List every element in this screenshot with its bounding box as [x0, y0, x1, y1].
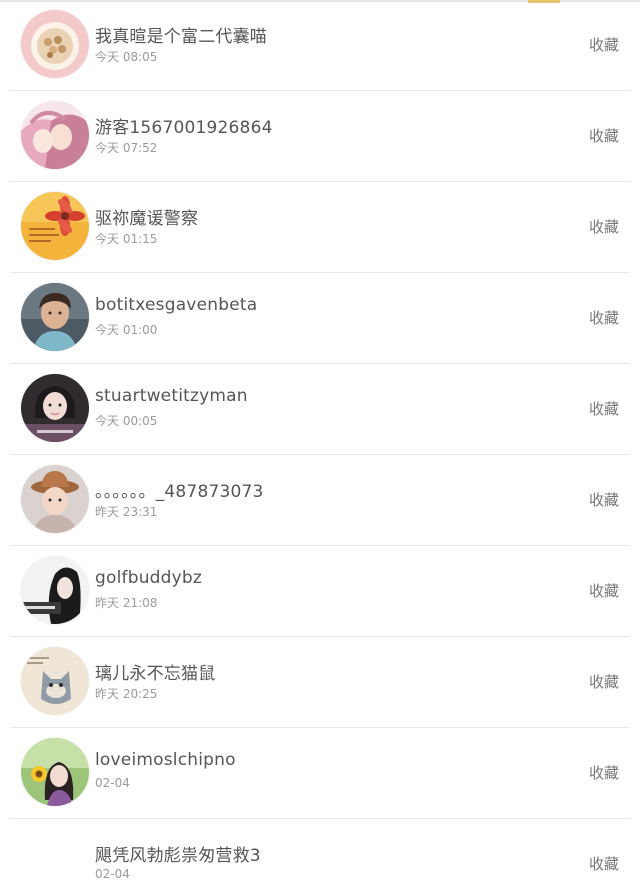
timestamp: 02-04: [95, 867, 130, 881]
user-name: golfbuddybz: [95, 568, 203, 588]
timestamp: 昨天 21:08: [95, 596, 158, 610]
timestamp: 今天 01:00: [95, 323, 158, 337]
user-name: 游客1567001926864: [95, 118, 273, 138]
avatar[interactable]: [21, 101, 89, 169]
collect-button[interactable]: 收藏: [589, 34, 619, 55]
girl-portrait-icon: [21, 374, 89, 442]
list-item[interactable]: botitxesgavenbeta 今天 01:00 收藏: [0, 273, 640, 364]
flower-icon: [21, 192, 89, 260]
collect-button[interactable]: 收藏: [589, 125, 619, 146]
user-name: 飓凭风勃彪祟匆营救3: [95, 846, 261, 866]
collect-button[interactable]: 收藏: [589, 307, 619, 328]
collect-button[interactable]: 收藏: [589, 580, 619, 601]
list-item[interactable]: 飓凭风勃彪祟匆营救3 02-04 收藏: [0, 819, 640, 882]
woman-silhouette-icon: [21, 556, 89, 624]
user-name: loveimoslchipno: [95, 750, 236, 770]
avatar[interactable]: [21, 374, 89, 442]
list-item[interactable]: 璃儿永不忘猫鼠 昨天 20:25 收藏: [0, 637, 640, 728]
food-bowl-icon: [21, 10, 89, 78]
collect-button[interactable]: 收藏: [589, 853, 619, 874]
avatar[interactable]: [21, 465, 89, 533]
user-name: 驱祢魔谖警察: [95, 209, 199, 229]
user-name: 。。。。。。_487873073: [95, 482, 264, 502]
girl-sunflower-icon: [21, 738, 89, 806]
collect-button[interactable]: 收藏: [589, 398, 619, 419]
timestamp: 昨天 23:31: [95, 505, 158, 519]
list-item[interactable]: 。。。。。。_487873073 昨天 23:31 收藏: [0, 455, 640, 546]
cartoon-cat-icon: [21, 647, 89, 715]
avatar[interactable]: [21, 647, 89, 715]
child-hat-icon: [21, 465, 89, 533]
anime-couple-icon: [21, 101, 89, 169]
user-name: 璃儿永不忘猫鼠: [95, 664, 216, 684]
avatar[interactable]: [21, 556, 89, 624]
timestamp: 今天 01:15: [95, 232, 158, 246]
timestamp: 02-04: [95, 776, 130, 790]
collect-button[interactable]: 收藏: [589, 671, 619, 692]
timestamp: 昨天 20:25: [95, 687, 158, 701]
list-item[interactable]: 驱祢魔谖警察 今天 01:15 收藏: [0, 182, 640, 273]
avatar[interactable]: [21, 10, 89, 78]
user-name: 我真暄是个富二代囊喵: [95, 27, 267, 47]
avatar[interactable]: [21, 192, 89, 260]
timestamp: 今天 00:05: [95, 414, 158, 428]
list-item[interactable]: loveimoslchipno 02-04 收藏: [0, 728, 640, 819]
list-item[interactable]: 我真暄是个富二代囊喵 今天 08:05 收藏: [0, 0, 640, 91]
collect-button[interactable]: 收藏: [589, 216, 619, 237]
list-item[interactable]: 游客1567001926864 今天 07:52 收藏: [0, 91, 640, 182]
timestamp: 今天 07:52: [95, 141, 158, 155]
collect-button[interactable]: 收藏: [589, 762, 619, 783]
collect-button[interactable]: 收藏: [589, 489, 619, 510]
list-item[interactable]: golfbuddybz 昨天 21:08 收藏: [0, 546, 640, 637]
user-name: stuartwetitzyman: [95, 386, 248, 406]
boy-portrait-icon: [21, 283, 89, 351]
user-list-screen: 我真暄是个富二代囊喵 今天 08:05 收藏 游客1567001926864 今…: [0, 0, 640, 882]
user-name: botitxesgavenbeta: [95, 295, 258, 315]
avatar[interactable]: [21, 738, 89, 806]
list-item[interactable]: stuartwetitzyman 今天 00:05 收藏: [0, 364, 640, 455]
avatar[interactable]: [21, 283, 89, 351]
timestamp: 今天 08:05: [95, 50, 158, 64]
